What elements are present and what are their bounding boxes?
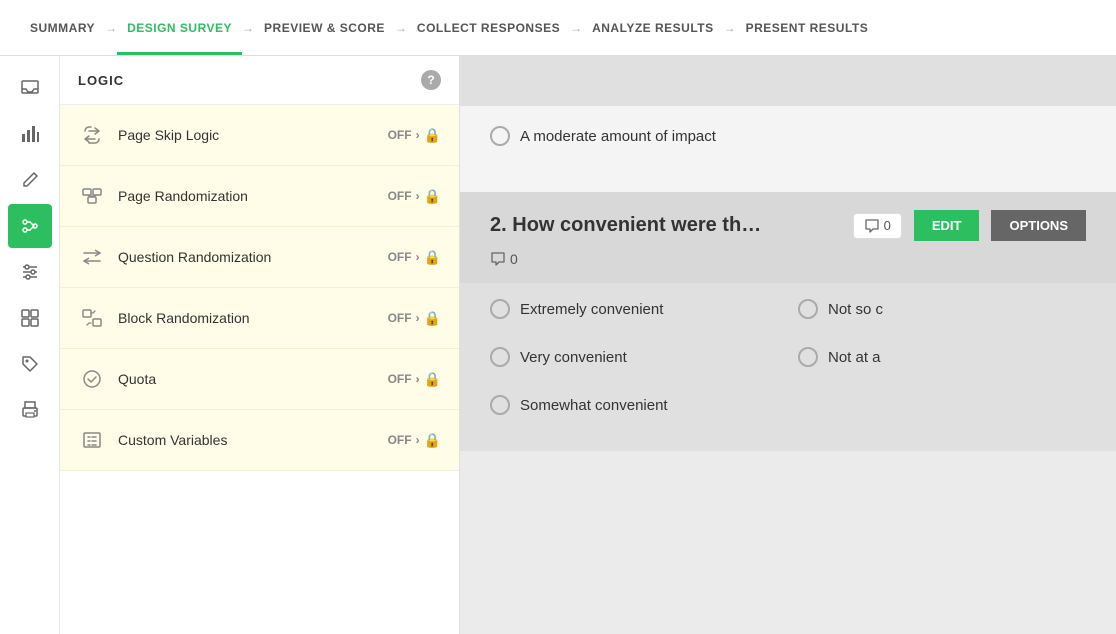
comment-count-row: 0 <box>460 251 1116 283</box>
nav-arrow-5: → <box>724 21 736 35</box>
logic-item-quota[interactable]: Quota OFF › 🔒 <box>60 349 459 410</box>
main-layout: LOGIC ? Page Skip Logic OFF <box>0 56 1116 634</box>
q2-radio-not-so[interactable] <box>798 299 818 319</box>
page-random-status: OFF › 🔒 <box>388 188 441 205</box>
options-button[interactable]: OPTIONS <box>991 210 1086 241</box>
comment-count-icon <box>490 251 506 267</box>
survey-top-bar <box>460 56 1116 106</box>
question-random-status: OFF › 🔒 <box>388 249 441 266</box>
question-random-lock-icon: 🔒 <box>424 249 441 266</box>
help-icon[interactable]: ? <box>421 70 441 90</box>
page-random-lock-icon: 🔒 <box>424 188 441 205</box>
sidebar-icon-edit[interactable] <box>8 158 52 202</box>
question-random-label: Question Randomization <box>118 249 388 265</box>
sidebar-icon-tag[interactable] <box>8 342 52 386</box>
logic-item-page-randomization[interactable]: Page Randomization OFF › 🔒 <box>60 166 459 227</box>
page-skip-icon <box>78 121 106 149</box>
logic-items-list: Page Skip Logic OFF › 🔒 Page <box>60 105 459 634</box>
sidebar-icon-print[interactable] <box>8 388 52 432</box>
page-skip-status: OFF › 🔒 <box>388 127 441 144</box>
icon-sidebar <box>0 56 60 634</box>
logic-title: LOGIC <box>78 73 124 88</box>
custom-var-status: OFF › 🔒 <box>388 432 441 449</box>
nav-arrow-1: → <box>105 21 117 35</box>
survey-area: A moderate amount of impact 2. How conve… <box>460 56 1116 634</box>
quota-lock-icon: 🔒 <box>424 371 441 388</box>
q2-options-grid: Extremely convenient Not so c Very conve… <box>460 283 1116 451</box>
custom-var-icon <box>78 426 106 454</box>
q2-option-somewhat-convenient[interactable]: Somewhat convenient <box>490 395 778 415</box>
sidebar-icon-settings[interactable] <box>8 250 52 294</box>
quota-status: OFF › 🔒 <box>388 371 441 388</box>
edit-button[interactable]: EDIT <box>914 210 980 241</box>
logic-header: LOGIC ? <box>60 56 459 105</box>
q2-radio-not-at[interactable] <box>798 347 818 367</box>
comment-icon <box>864 218 880 234</box>
q2-option-not-at-all[interactable]: Not at a <box>798 347 1086 367</box>
nav-design-survey[interactable]: DESIGN SURVEY <box>117 0 242 55</box>
page-random-label: Page Randomization <box>118 188 388 204</box>
quota-icon <box>78 365 106 393</box>
logic-item-custom-variables[interactable]: Custom Variables OFF › 🔒 <box>60 410 459 471</box>
q1-option-moderate[interactable]: A moderate amount of impact <box>490 126 1086 146</box>
block-random-status: OFF › 🔒 <box>388 310 441 327</box>
block-random-lock-icon: 🔒 <box>424 310 441 327</box>
custom-var-label: Custom Variables <box>118 432 388 448</box>
logic-item-block-randomization[interactable]: Block Randomization OFF › 🔒 <box>60 288 459 349</box>
nav-collect-responses[interactable]: COLLECT RESPONSES <box>407 0 570 55</box>
page-random-icon <box>78 182 106 210</box>
question-2-block: 2. How convenient were th… 0 EDIT OPTION… <box>460 192 1116 451</box>
page-skip-label: Page Skip Logic <box>118 127 388 143</box>
question-2-title: 2. How convenient were th… <box>490 214 841 237</box>
q2-option-very-convenient[interactable]: Very convenient <box>490 347 778 367</box>
q1-radio-moderate[interactable] <box>490 126 510 146</box>
question-random-icon <box>78 243 106 271</box>
q2-radio-very[interactable] <box>490 347 510 367</box>
q2-radio-extremely[interactable] <box>490 299 510 319</box>
custom-var-lock-icon: 🔒 <box>424 432 441 449</box>
logic-item-question-randomization[interactable]: Question Randomization OFF › 🔒 <box>60 227 459 288</box>
block-random-label: Block Randomization <box>118 310 388 326</box>
top-navigation: SUMMARY → DESIGN SURVEY → PREVIEW & SCOR… <box>0 0 1116 56</box>
block-random-icon <box>78 304 106 332</box>
nav-arrow-3: → <box>395 21 407 35</box>
q2-option-not-so[interactable]: Not so c <box>798 299 1086 319</box>
logic-item-page-skip[interactable]: Page Skip Logic OFF › 🔒 <box>60 105 459 166</box>
nav-present-results[interactable]: PRESENT RESULTS <box>736 0 879 55</box>
nav-summary[interactable]: SUMMARY <box>20 0 105 55</box>
nav-preview-score[interactable]: PREVIEW & SCORE <box>254 0 395 55</box>
q2-radio-somewhat[interactable] <box>490 395 510 415</box>
nav-analyze-results[interactable]: ANALYZE RESULTS <box>582 0 724 55</box>
sidebar-icon-logic[interactable] <box>8 204 52 248</box>
logic-panel: LOGIC ? Page Skip Logic OFF <box>60 56 460 634</box>
sidebar-icon-grid[interactable] <box>8 296 52 340</box>
nav-arrow-4: → <box>570 21 582 35</box>
sidebar-icon-inbox[interactable] <box>8 66 52 110</box>
nav-arrow-2: → <box>242 21 254 35</box>
sidebar-icon-chart[interactable] <box>8 112 52 156</box>
quota-label: Quota <box>118 371 388 387</box>
page-skip-lock-icon: 🔒 <box>424 127 441 144</box>
comment-badge[interactable]: 0 <box>853 213 902 239</box>
question-1-block: A moderate amount of impact <box>460 106 1116 192</box>
question-2-header: 2. How convenient were th… 0 EDIT OPTION… <box>460 192 1116 251</box>
q2-option-extremely-convenient[interactable]: Extremely convenient <box>490 299 778 319</box>
